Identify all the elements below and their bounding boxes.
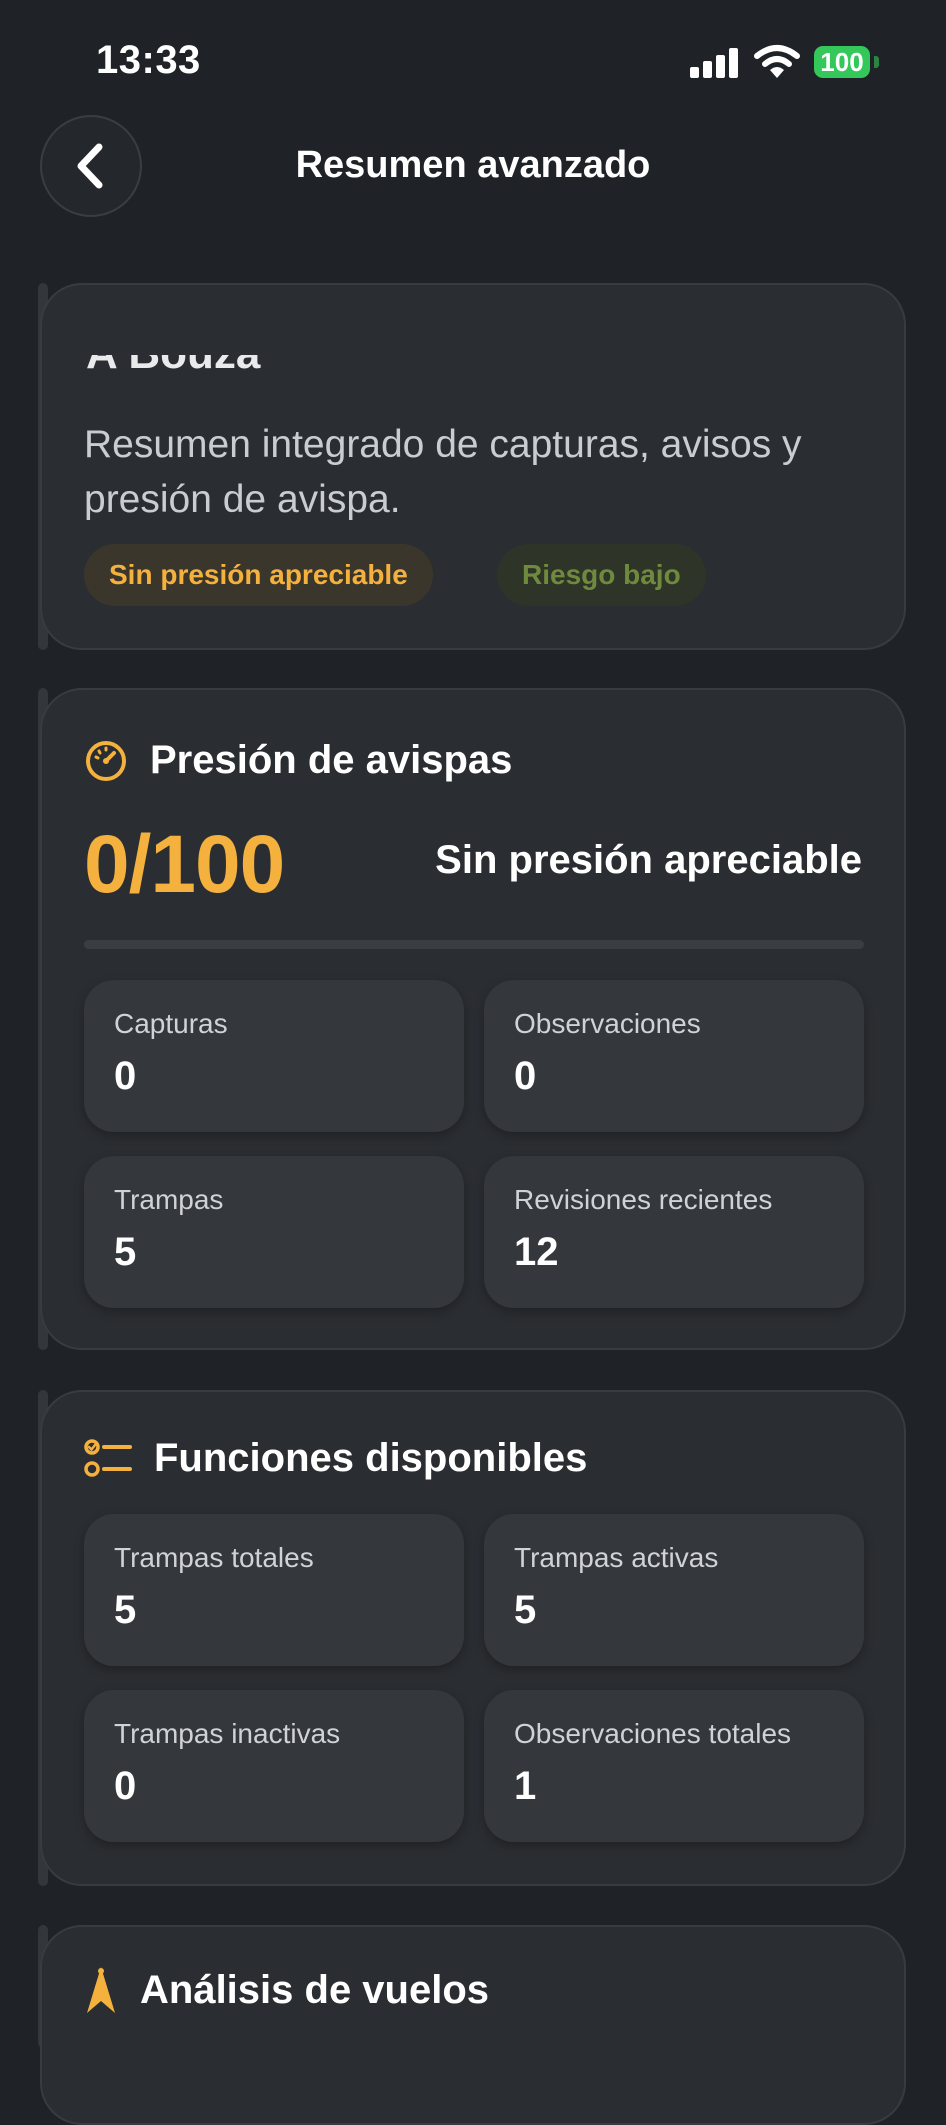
page-title: Resumen avanzado bbox=[295, 144, 651, 186]
apiary-title-text: A Bouza bbox=[86, 355, 586, 377]
stat-label: Trampas totales bbox=[114, 1542, 314, 1573]
stat-value: 5 bbox=[114, 1230, 137, 1274]
stat-value: 1 bbox=[514, 1764, 537, 1808]
pressure-section-title: Presión de avispas bbox=[150, 738, 513, 782]
cellular-signal-icon bbox=[690, 48, 740, 78]
functions-section-header: Funciones disponibles bbox=[84, 1436, 587, 1481]
stat-label: Revisiones recientes bbox=[514, 1184, 773, 1215]
stat-value: 5 bbox=[114, 1588, 137, 1632]
stat-tile-traps: Trampas 5 bbox=[84, 1156, 464, 1308]
risk-status-badge: Riesgo bajo bbox=[497, 544, 706, 606]
stat-tile-inactive-traps: Trampas inactivas 0 bbox=[84, 1690, 464, 1842]
status-bar: 13:33 100 bbox=[0, 0, 946, 110]
stat-label: Trampas inactivas bbox=[114, 1718, 341, 1749]
battery-tip bbox=[874, 56, 879, 68]
available-functions-card: Funciones disponibles Trampas totales 5 … bbox=[40, 1390, 906, 1886]
summary-card: A Bouza Resumen integrado de capturas, a… bbox=[40, 283, 906, 650]
stat-tile-active-traps: Trampas activas 5 bbox=[484, 1514, 864, 1666]
stat-tile-total-observations: Observaciones totales 1 bbox=[484, 1690, 864, 1842]
stat-label: Trampas activas bbox=[514, 1542, 719, 1573]
flights-section-title: Análisis de vuelos bbox=[140, 1967, 490, 2012]
checklist-icon bbox=[84, 1438, 132, 1477]
stat-tile-recent-reviews: Revisiones recientes 12 bbox=[484, 1156, 864, 1308]
pressure-progress-bar bbox=[84, 940, 864, 949]
stat-value: 0 bbox=[114, 1764, 137, 1808]
wasp-pressure-card: Presión de avispas 0/100 Sin presión apr… bbox=[40, 688, 906, 1350]
gauge-icon bbox=[86, 740, 126, 781]
stat-label: Observaciones bbox=[514, 1008, 701, 1039]
stat-tile-captures: Capturas 0 bbox=[84, 980, 464, 1132]
battery-indicator: 100 bbox=[814, 46, 870, 78]
stat-value: 12 bbox=[514, 1230, 559, 1274]
stat-label: Trampas bbox=[114, 1184, 224, 1215]
stat-value: 5 bbox=[514, 1588, 537, 1632]
compass-icon bbox=[87, 1967, 115, 2013]
flight-analysis-card: Análisis de vuelos bbox=[40, 1925, 906, 2125]
wifi-icon bbox=[754, 45, 800, 78]
pressure-status-badge: Sin presión apreciable bbox=[84, 544, 433, 606]
apiary-title: A Bouza bbox=[86, 355, 586, 377]
pressure-score-label: Sin presión apreciable bbox=[435, 838, 862, 882]
status-time: 13:33 bbox=[96, 38, 201, 82]
pressure-score: 0/100 bbox=[84, 819, 285, 910]
stat-label: Observaciones totales bbox=[514, 1718, 792, 1749]
stat-value: 0 bbox=[514, 1054, 537, 1098]
flights-section-header: Análisis de vuelos bbox=[84, 1965, 489, 2015]
functions-section-title: Funciones disponibles bbox=[154, 1436, 588, 1480]
stat-tile-total-traps: Trampas totales 5 bbox=[84, 1514, 464, 1666]
stat-tile-observations: Observaciones 0 bbox=[484, 980, 864, 1132]
stat-value: 0 bbox=[114, 1054, 137, 1098]
stat-label: Capturas bbox=[114, 1008, 228, 1039]
pressure-section-header: Presión de avispas bbox=[84, 738, 512, 783]
summary-description: Resumen integrado de capturas, avisos y … bbox=[84, 423, 802, 521]
